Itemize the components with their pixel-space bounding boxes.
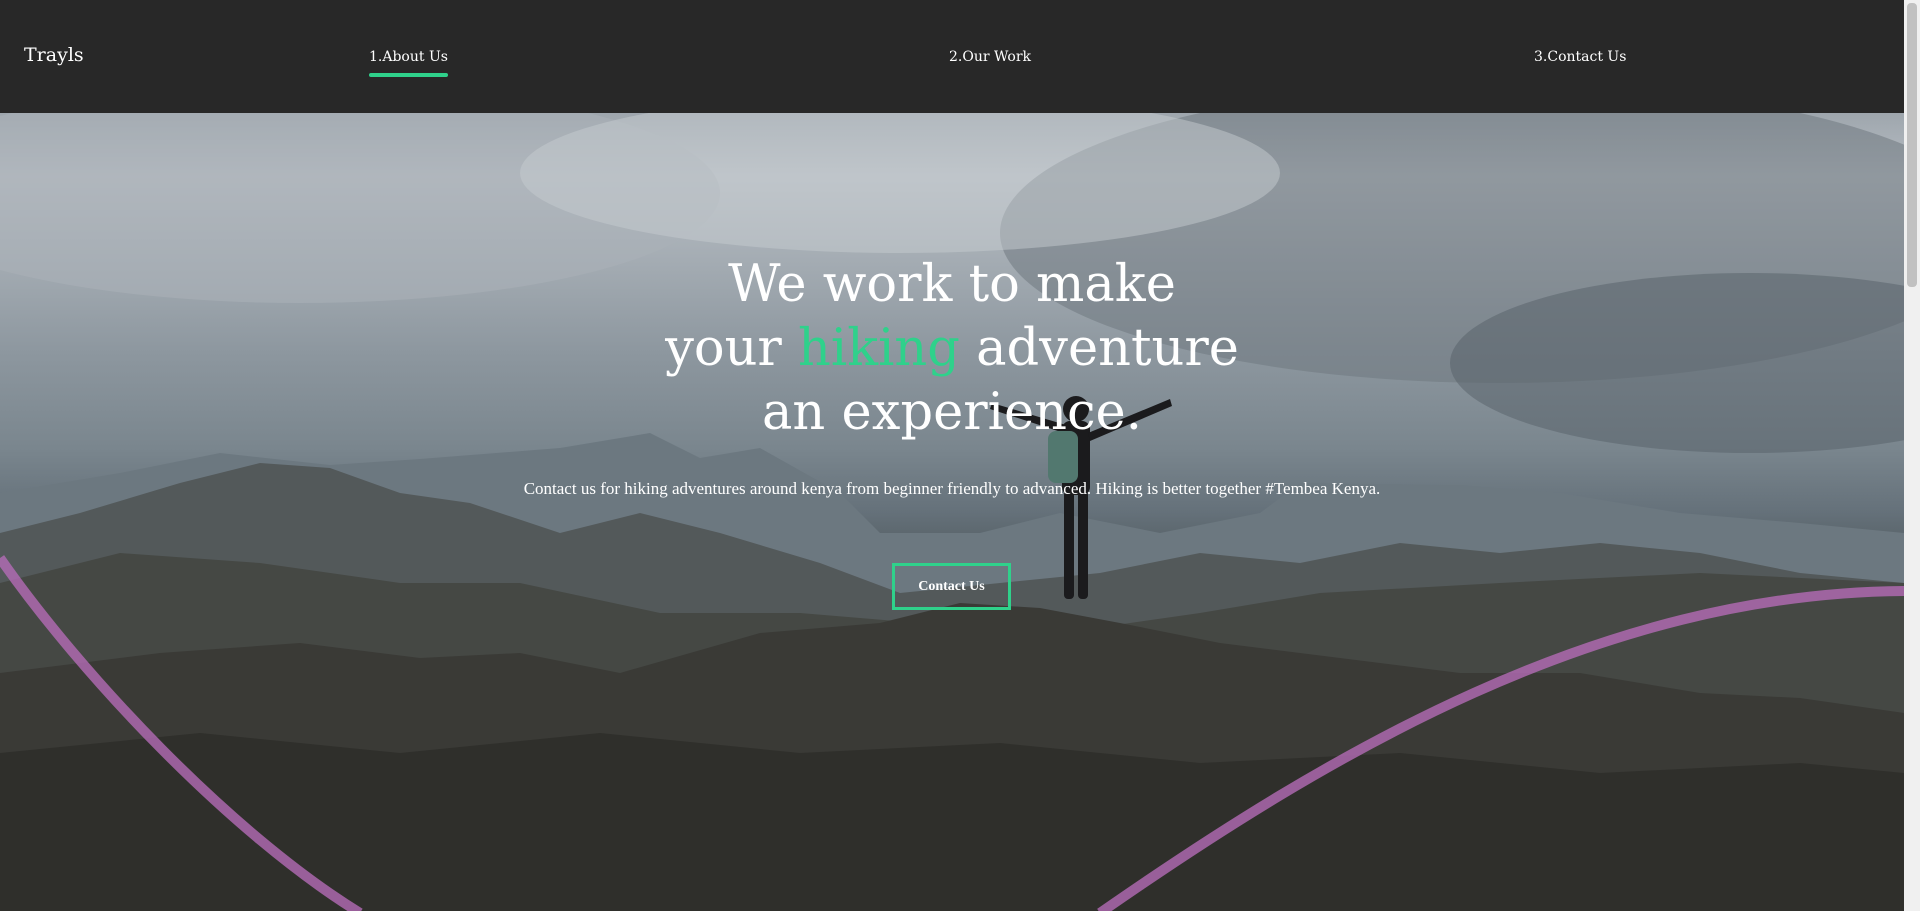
hero-subtext: Contact us for hiking adventures around … [523,479,1381,498]
scrollbar-thumb[interactable] [1907,3,1917,287]
headline-line-2-pre: your [665,319,799,378]
hero-background-image [0,113,1904,911]
headline-line-1: We work to make [728,255,1176,314]
page-scrollbar[interactable] [1904,0,1920,911]
nav-link-about-us[interactable]: 1.About Us [369,49,448,77]
top-navbar: Trayls 1.About Us 2.Our Work 3.Contact U… [0,0,1904,113]
nav-link-our-work[interactable]: 2.Our Work [949,49,1031,65]
hero-headline: We work to make your hiking adventure an… [0,253,1904,445]
nav-link-contact-us[interactable]: 3.Contact Us [1534,49,1626,65]
headline-highlight-word: hiking [798,319,960,378]
hero-section: We work to make your hiking adventure an… [0,113,1904,911]
headline-line-3: an experience. [762,383,1142,442]
headline-line-2-post: adventure [959,319,1239,378]
contact-us-button[interactable]: Contact Us [892,563,1011,610]
site-logo[interactable]: Trayls [24,44,84,66]
